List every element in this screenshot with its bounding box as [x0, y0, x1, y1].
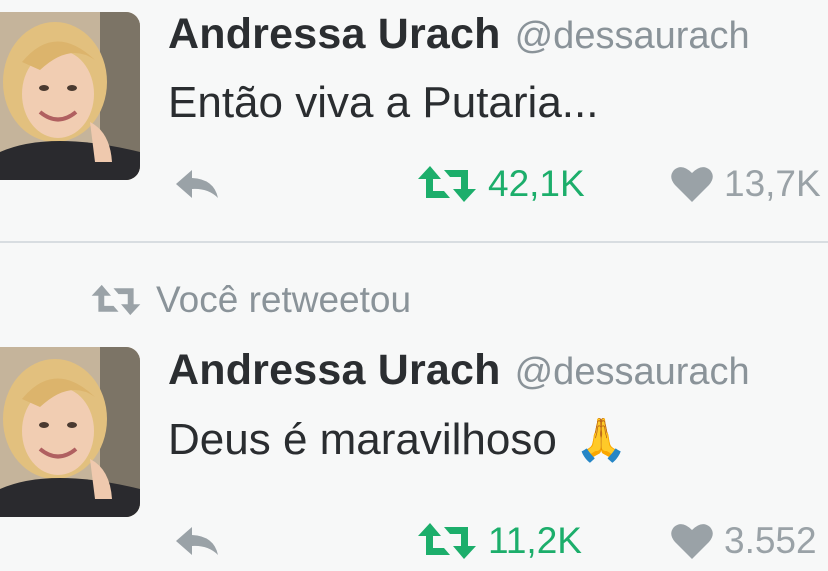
tweet[interactable]: Andressa Urach @dessaurach Então viva a P… — [0, 0, 828, 243]
tweet-header: Andressa Urach @dessaurach — [168, 346, 750, 395]
tweet-actions: 42,1K 13,7K — [0, 154, 828, 214]
retweet-button[interactable]: 42,1K — [416, 154, 585, 214]
retweet-icon — [418, 166, 476, 202]
tweet[interactable]: Você retweetou Andressa Urach @dessaurach… — [0, 243, 828, 561]
retweet-button[interactable]: 11,2K — [416, 511, 582, 571]
retweet-icon — [418, 523, 476, 559]
tweet-text: Deus é maravilhoso 🙏 — [168, 415, 627, 465]
reply-button[interactable] — [172, 511, 222, 571]
heart-icon — [671, 167, 713, 202]
reply-icon — [176, 170, 218, 198]
author-name[interactable]: Andressa Urach — [168, 346, 501, 394]
avatar-photo — [0, 347, 140, 517]
reply-button[interactable] — [172, 154, 222, 214]
retweet-count: 42,1K — [488, 163, 585, 204]
heart-icon — [671, 524, 713, 559]
tweet-header: Andressa Urach @dessaurach — [168, 10, 750, 59]
avatar[interactable] — [0, 347, 140, 517]
like-button[interactable]: 3.552 — [670, 511, 817, 571]
retweet-icon — [91, 284, 141, 316]
author-name[interactable]: Andressa Urach — [168, 10, 501, 58]
like-count: 3.552 — [724, 520, 817, 561]
retweet-context-label: Você retweetou — [156, 279, 412, 320]
retweet-context: Você retweetou — [90, 279, 411, 321]
praying-hands-emoji: 🙏 — [575, 416, 628, 463]
like-count: 13,7K — [724, 163, 821, 204]
author-handle[interactable]: @dessaurach — [515, 15, 750, 57]
retweet-count: 11,2K — [488, 520, 582, 561]
author-handle[interactable]: @dessaurach — [515, 351, 750, 393]
tweet-text-content: Deus é maravilhoso — [168, 415, 557, 464]
like-button[interactable]: 13,7K — [670, 154, 821, 214]
tweet-actions: 11,2K 3.552 — [0, 511, 828, 571]
tweet-text: Então viva a Putaria... — [168, 78, 599, 127]
